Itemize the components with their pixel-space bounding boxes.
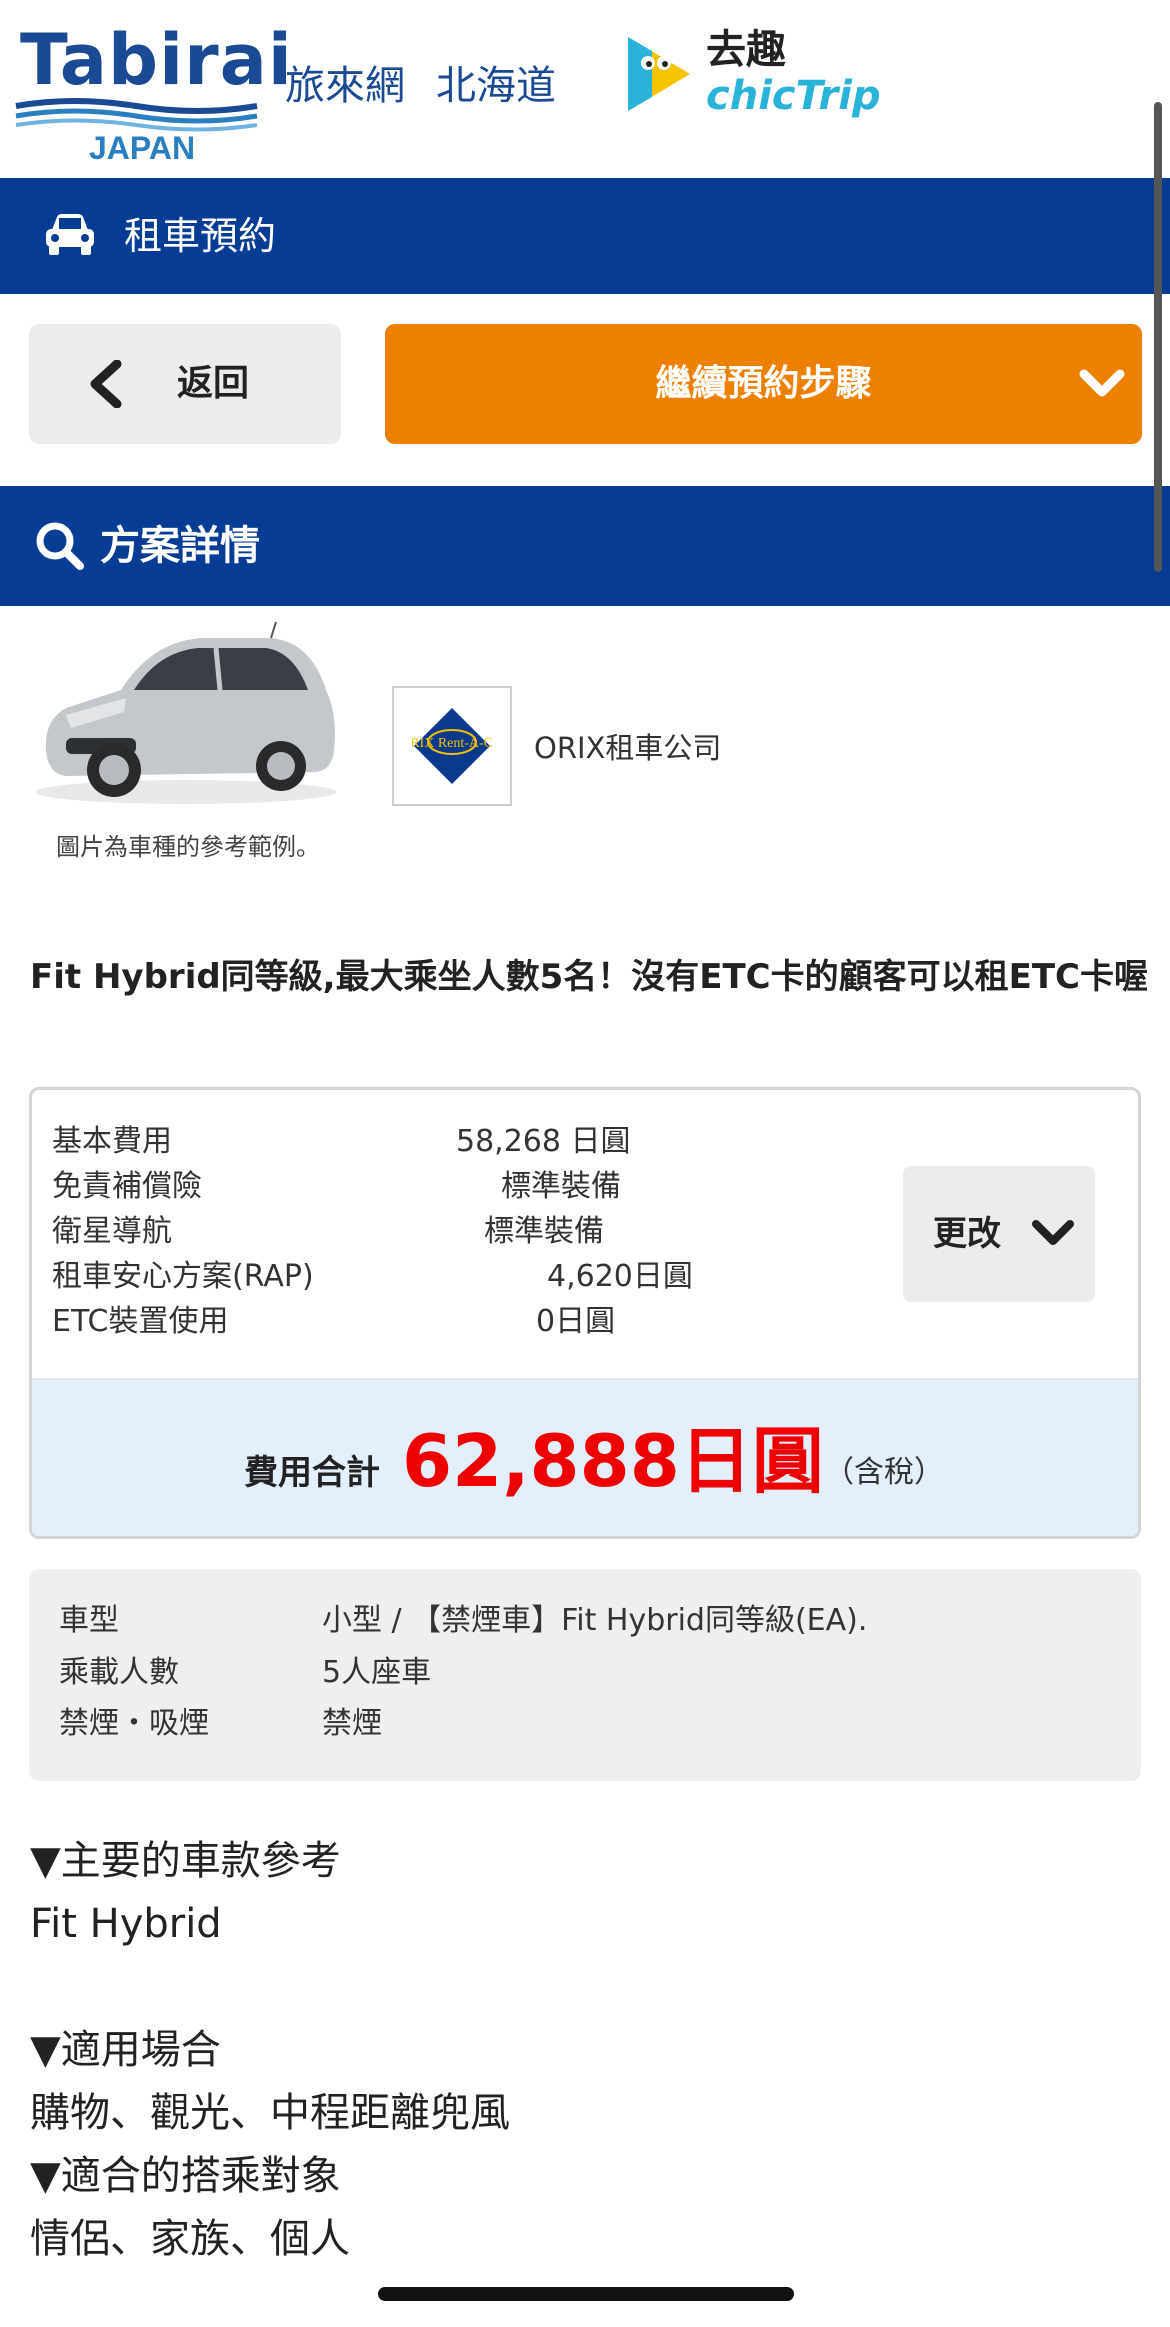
fee-value-insurance: 標準裝備 [501,1169,621,1204]
plan-section-bar: 方案詳情 [0,486,1170,606]
back-button-label: 返回 [177,363,250,404]
chictrip-name-en: chicTrip [706,73,881,119]
continue-booking-button[interactable]: 繼續預約步驟 [385,324,1142,444]
car-image [36,621,336,804]
tabirai-logo[interactable]: Tabirai JAPAN [14,20,292,166]
scrollbar[interactable] [1154,102,1162,572]
note-heading-passengers: ▼適合的搭乘對象 [30,2153,341,2199]
fee-label-rap: 租車安心方案(RAP) [52,1259,314,1294]
site-header: Tabirai JAPAN 旅來網 北海道 去趣 chicTrip [0,0,1170,178]
continue-button-label: 繼續預約步驟 [655,363,872,404]
spec-value-capacity: 5人座車 [322,1655,432,1690]
price-card: 基本費用 58,268 日圓 免責補償險 標準裝備 衛星導航 標準裝備 租車安心… [29,1087,1141,1539]
plan-notes: ▼主要的車款參考 Fit Hybrid ▼適用場合 購物、觀光、中程距離兜風 ▼… [30,1830,1140,2271]
logo-subtitle: JAPAN [89,130,196,166]
fee-value-navigation: 標準裝備 [484,1214,604,1249]
chevron-down-icon [1079,369,1125,397]
orix-emblem-icon: ORIX Rent-A-Car [412,708,492,784]
spec-label-class: 車型 [59,1603,119,1638]
chictrip-name-zh: 去趣 [706,27,786,73]
chictrip-play-icon [628,37,690,111]
car-image-caption: 圖片為車種的參考範例。 [56,833,320,861]
note-heading-usage: ▼適用場合 [30,2027,221,2073]
note-text-passengers: 情侶、家族、個人 [30,2216,350,2262]
fee-label-etc: ETC裝置使用 [52,1304,229,1339]
spec-value-smoking: 禁煙 [322,1706,382,1741]
plan-title: Fit Hybrid同等級,最大乘坐人數5名！沒有ETC卡的顧客可以租ETC卡喔 [30,957,1148,997]
fee-value-rap: 4,620日圓 [547,1259,693,1294]
svg-text:ORIX Rent-A-Car: ORIX Rent-A-Car [412,736,492,751]
rental-section-bar: 租車預約 [0,178,1170,294]
fee-value-etc: 0日圓 [536,1304,616,1339]
rental-company-name: ORIX租車公司 [534,731,722,765]
total-price-band: 費用合計 62,888日圓 （含稅） [32,1378,1138,1536]
note-text-usage: 購物、觀光、中程距離兜風 [30,2090,510,2136]
fee-label-insurance: 免責補償險 [52,1169,202,1204]
home-indicator[interactable] [378,2287,794,2301]
change-options-button[interactable]: 更改 [903,1166,1095,1302]
chevron-down-icon [1032,1220,1074,1245]
note-text-models: Fit Hybrid [30,1901,222,1947]
vehicle-spec-box: 車型 小型 / 【禁煙車】Fit Hybrid同等級(EA). 乘載人數 5人座… [29,1569,1141,1781]
rental-section-title: 租車預約 [124,214,277,258]
nav-link-tabirai[interactable]: 旅來網 [285,60,405,112]
chevron-left-icon [90,360,122,408]
back-button[interactable]: 返回 [29,324,341,444]
nav-link-hokkaido[interactable]: 北海道 [436,60,556,112]
fee-value-basic: 58,268 日圓 [456,1124,631,1159]
total-label: 費用合計 [244,1453,380,1493]
search-icon [36,522,84,570]
fee-label-basic: 基本費用 [52,1124,172,1159]
logo-wordmark: Tabirai [20,19,293,101]
plan-section-title: 方案詳情 [100,523,260,569]
note-heading-models: ▼主要的車款參考 [30,1838,341,1884]
orix-logo: ORIX Rent-A-Car [392,686,512,806]
total-amount: 62,888日圓 [402,1419,824,1503]
spec-value-class: 小型 / 【禁煙車】Fit Hybrid同等級(EA). [322,1603,868,1638]
spec-label-smoking: 禁煙・吸煙 [59,1706,209,1741]
spec-label-capacity: 乘載人數 [59,1655,179,1690]
chictrip-logo[interactable]: 去趣 chicTrip [618,25,881,125]
fee-label-navigation: 衛星導航 [52,1214,172,1249]
car-icon [46,214,94,255]
change-button-label: 更改 [933,1214,1001,1254]
note-spacer [30,1956,1140,2019]
tax-included-note: （含稅） [824,1455,944,1490]
